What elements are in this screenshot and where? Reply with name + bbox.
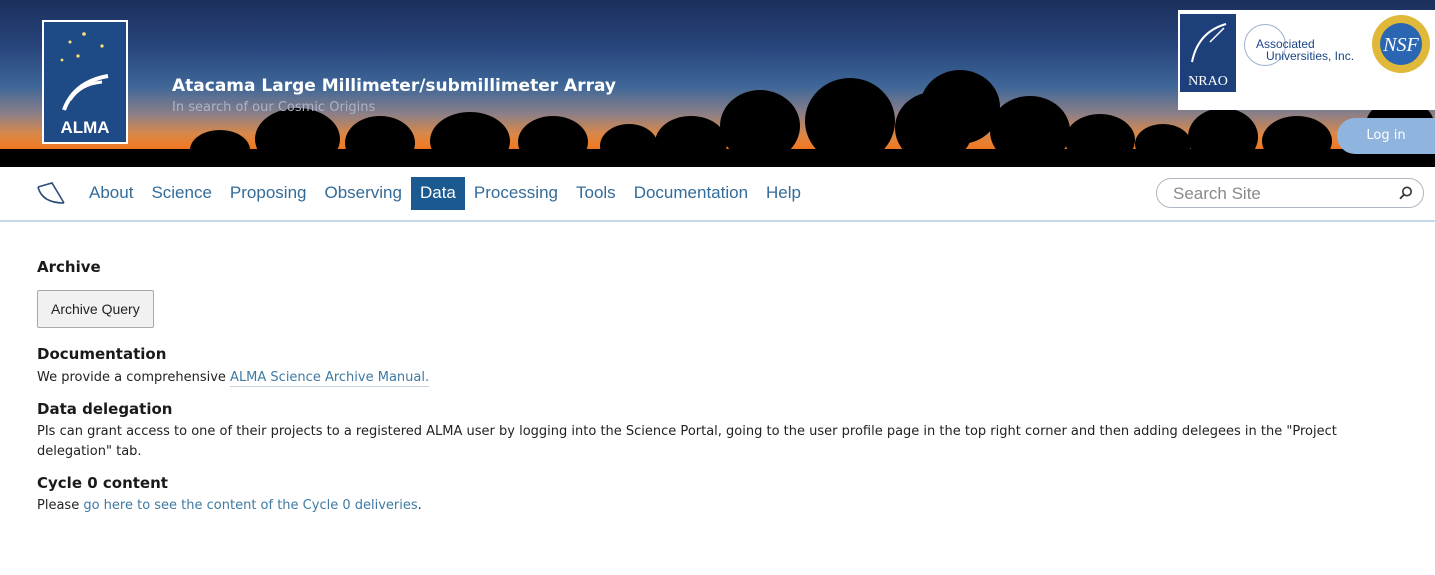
nav-item-data[interactable]: Data [410, 177, 465, 210]
cycle0-text-after: . [417, 498, 422, 513]
nsf-seal-icon: NSF [1372, 15, 1430, 73]
main-content: Archive Archive Query Documentation We p… [37, 255, 1427, 516]
nav-menu: About Science Proposing Observing Data P… [80, 177, 810, 210]
nav-item-tools[interactable]: Tools [567, 177, 625, 210]
site-subtitle: In search of our Cosmic Origins [172, 100, 376, 115]
nav-item-proposing[interactable]: Proposing [221, 177, 316, 210]
aui-logo-text: Associated Universities, Inc. [1256, 38, 1354, 62]
radio-dish-icon [1191, 23, 1227, 63]
nav-item-observing[interactable]: Observing [315, 177, 410, 210]
delegation-heading: Data delegation [37, 400, 173, 418]
documentation-text-before: We provide a comprehensive [37, 370, 231, 385]
archive-manual-link[interactable]: ALMA Science Archive Manual. [230, 370, 430, 387]
cycle0-heading: Cycle 0 content [37, 474, 168, 492]
nav-item-about[interactable]: About [80, 177, 142, 210]
alma-logo[interactable]: ALMA [42, 20, 128, 144]
aui-logo[interactable]: Associated Universities, Inc. [1244, 24, 1368, 84]
search-box [1156, 178, 1424, 208]
alma-dish-home-icon[interactable] [34, 181, 68, 207]
nav-item-documentation[interactable]: Documentation [625, 177, 757, 210]
nrao-logo[interactable]: NRAO [1180, 14, 1236, 92]
header-banner: ALMA Atacama Large Millimeter/submillime… [0, 0, 1435, 167]
search-input[interactable] [1171, 181, 1375, 207]
alma-logo-text: ALMA [60, 118, 110, 137]
nsf-logo[interactable]: NSF [1371, 14, 1431, 74]
cycle0-text-before: Please [37, 498, 84, 513]
archive-heading: Archive [37, 258, 101, 276]
login-button[interactable]: Log in [1337, 118, 1435, 154]
documentation-heading: Documentation [37, 345, 167, 363]
archive-query-button[interactable]: Archive Query [37, 290, 154, 328]
horizon-ground [0, 149, 1435, 167]
partner-logos: NRAO Associated Universities, Inc. NSF [1178, 10, 1435, 110]
antenna-silhouette [920, 70, 1000, 144]
nav-item-help[interactable]: Help [757, 177, 810, 210]
documentation-text: We provide a comprehensive ALMA Science … [37, 368, 1427, 388]
site-title: Atacama Large Millimeter/submillimeter A… [172, 76, 617, 96]
delegation-text: PIs can grant access to one of their pro… [37, 424, 1337, 459]
main-nav: About Science Proposing Observing Data P… [0, 167, 1435, 222]
alma-stars-dish-icon [60, 32, 109, 111]
nav-item-processing[interactable]: Processing [465, 177, 567, 210]
cycle0-text: Please go here to see the content of the… [37, 496, 1427, 516]
cycle0-deliveries-link[interactable]: go here to see the content of the Cycle … [83, 498, 417, 513]
nav-item-science[interactable]: Science [142, 177, 220, 210]
svg-text:NSF: NSF [1382, 34, 1419, 56]
nrao-logo-text: NRAO [1188, 74, 1228, 89]
search-icon[interactable] [1399, 186, 1413, 200]
aui-line2: Universities, Inc. [1266, 49, 1355, 63]
